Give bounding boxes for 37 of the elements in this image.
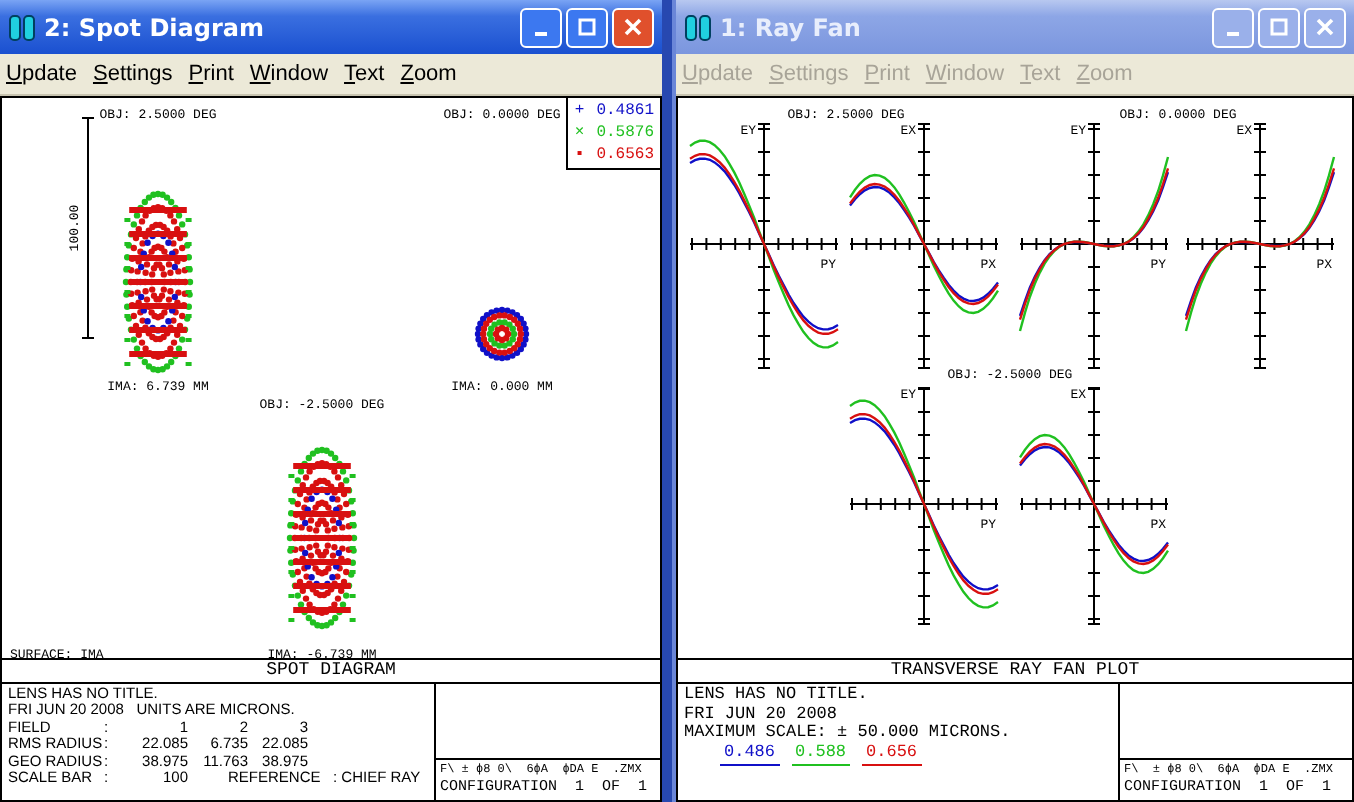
wavelength-label: 0.4861 [596, 100, 654, 122]
minimize-button[interactable] [1212, 7, 1254, 47]
menu-item[interactable]: Print [188, 62, 234, 86]
plot-caption: TRANSVERSE RAY FAN PLOT [676, 658, 1354, 684]
legend-marker: × [574, 122, 585, 144]
menu-item[interactable]: Text [344, 62, 385, 86]
plot-caption: SPOT DIAGRAM [0, 658, 662, 684]
legend-marker: ▪ [574, 144, 585, 166]
info-text: MAXIMUM SCALE: ± 50.000 MICRONS. [684, 724, 1013, 743]
maximize-icon [1268, 16, 1290, 38]
legend-marker: + [574, 100, 585, 122]
maximize-icon [576, 16, 598, 38]
maximize-button[interactable] [566, 7, 608, 47]
maximize-button[interactable] [1258, 7, 1300, 47]
menu-item[interactable]: Window [249, 62, 329, 86]
window-title: 1: Ray Fan [720, 13, 863, 41]
spot-drawing [474, 306, 530, 362]
app-icon [684, 11, 712, 43]
wavelength-label: 0.6563 [596, 144, 654, 166]
app-icon [8, 11, 36, 43]
close-icon [622, 16, 644, 38]
wavelength-label: 0.588 [791, 743, 851, 766]
info-text: LENS HAS NO TITLE. [684, 686, 870, 705]
wavelength-label: 0.5876 [596, 122, 654, 144]
minimize-icon [1225, 31, 1239, 35]
window-title: 2: Spot Diagram [44, 13, 266, 41]
menu-item[interactable]: Update [6, 62, 77, 86]
close-icon [1314, 16, 1336, 38]
minimize-icon [533, 31, 547, 35]
wavelength-label: 0.486 [720, 743, 780, 766]
close-button[interactable] [612, 7, 654, 47]
menu-item[interactable]: Settings [92, 62, 173, 86]
menu-item[interactable]: Zoom [400, 62, 457, 86]
wavelength-label: 0.656 [862, 743, 922, 766]
minimize-button[interactable] [520, 7, 562, 47]
close-button[interactable] [1304, 7, 1346, 47]
info-text: FRI JUN 20 2008 [684, 705, 840, 724]
